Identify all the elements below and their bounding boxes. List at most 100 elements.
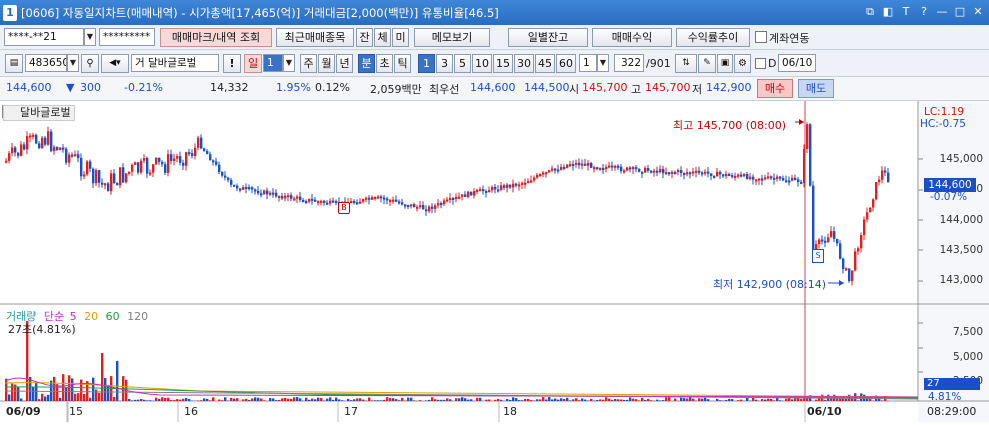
candle-body [275,193,277,197]
candle-body [755,179,757,181]
interval-10[interactable]: 10 [472,54,492,73]
volume-bar [479,398,481,401]
volume-bar [488,399,490,401]
recent-trades-button[interactable]: 최근매매종목 [276,28,354,47]
tab-year[interactable]: 년 [336,54,353,73]
tab-second[interactable]: 초 [376,54,393,73]
volume-bar [335,398,337,401]
volume-bar [536,399,538,401]
volume-bar [137,400,139,401]
code-dropdown-icon[interactable]: ▼ [67,54,79,72]
volume-bar [71,378,73,401]
period-num-input[interactable]: 1 [263,54,283,72]
volume-bar [41,394,43,401]
volume-bar [272,398,274,401]
trade-mark-button[interactable]: 매매마크/내역 조회 [160,28,272,47]
candle-body [212,160,214,162]
draw-icon[interactable]: ✎ [698,54,716,73]
layout-icon[interactable]: ◧ [881,4,895,20]
filled-button[interactable]: 체 [374,28,391,47]
unfilled-button[interactable]: 미 [392,28,409,47]
price-chart-area[interactable]: ▦ 달바글로벌 LC:1.19 HC:-0.75 최고 145,700 (08:… [0,101,989,422]
interval-60[interactable]: 60 [556,54,576,73]
candle-body [614,166,616,168]
account-link-checkbox[interactable] [755,31,767,43]
account-dropdown-icon[interactable]: ▼ [84,28,96,46]
stock-code-input[interactable]: 483650 [25,54,67,72]
candle-body [173,159,175,161]
candle-body [431,207,433,209]
help-icon[interactable]: ? [917,4,931,20]
tab-minute[interactable]: 분 [358,54,375,73]
minimize-icon[interactable]: — [935,4,949,20]
stock-name-field[interactable]: 거 달바글로벌 [131,54,219,72]
interval-45[interactable]: 45 [535,54,555,73]
date-input[interactable]: 06/10 [778,54,816,72]
sell-button[interactable]: 매도 [798,79,834,98]
candle-body [320,201,322,203]
open-label: 시 [569,81,579,97]
candlestick-chart[interactable] [0,101,989,422]
volume-bar [668,397,670,401]
period-day-button[interactable]: 일 [244,54,262,73]
candle-body [44,138,46,145]
link-icon[interactable]: ⧉ [863,4,877,20]
gear-icon[interactable]: ⚙ [734,54,751,73]
maximize-icon[interactable]: □ [953,4,967,20]
candle-body [170,154,172,161]
interval-3[interactable]: 3 [436,54,453,73]
candle-body [71,155,73,157]
volume-bar [680,398,682,401]
interval-15[interactable]: 15 [493,54,513,73]
candle-body [269,193,271,195]
count-input[interactable]: 322 [614,54,644,72]
password-input[interactable]: ********* [99,28,155,46]
daily-balance-button[interactable]: 일별잔고 [508,28,588,47]
account-input[interactable]: ****-**21 [4,28,84,46]
interval-1[interactable]: 1 [418,54,435,73]
volume-bar [368,397,370,401]
candle-body [194,148,196,156]
period-dropdown-icon[interactable]: ▼ [283,54,295,72]
candle-body [800,182,802,184]
interval-30[interactable]: 30 [514,54,534,73]
candle-body [575,163,577,165]
volume-bar [299,398,301,401]
interval-5[interactable]: 5 [454,54,471,73]
volume-bar [230,398,232,401]
tab-tick[interactable]: 틱 [394,54,411,73]
tab-month[interactable]: 월 [318,54,335,73]
font-icon[interactable]: T [899,4,913,20]
candle-body [683,173,685,175]
balance-button[interactable]: 잔 [356,28,373,47]
candle-body [158,158,160,162]
date-checkbox[interactable] [755,58,766,69]
candle-body [221,172,223,176]
alert-button[interactable]: ! [223,54,241,73]
volume-bar [623,400,625,401]
candle-body [521,183,523,185]
compare-icon[interactable]: ⇅ [675,54,697,73]
candle-body [887,173,889,183]
close-icon[interactable]: ✕ [971,4,985,20]
sell-marker[interactable]: S [812,249,824,263]
volume-bar [791,399,793,401]
save-icon[interactable]: ▣ [717,54,733,73]
volume-bar [275,400,277,401]
candle-body [785,180,787,182]
search-icon[interactable]: ⚲ [81,54,99,73]
return-trend-button[interactable]: 수익률추이 [676,28,750,47]
memo-button[interactable]: 메모보기 [414,28,490,47]
sound-icon[interactable]: ◀▾ [101,54,129,73]
custom-interval-input[interactable]: 1 [579,54,597,72]
menu-icon[interactable]: ▤ [5,54,23,73]
trade-profit-button[interactable]: 매매수익 [592,28,672,47]
buy-marker[interactable]: B [338,202,350,214]
candle-body [743,174,745,176]
buy-button[interactable]: 매수 [757,79,793,98]
candle-body [458,197,460,199]
custom-dropdown-icon[interactable]: ▼ [597,54,609,72]
volume-bar [284,398,286,401]
candle-body [776,177,778,179]
tab-week[interactable]: 주 [300,54,317,73]
